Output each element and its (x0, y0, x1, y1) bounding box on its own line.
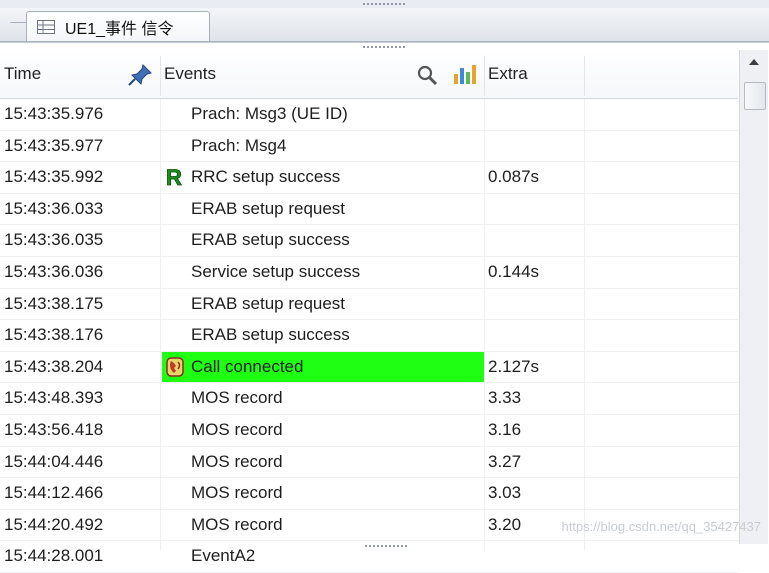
cell-event: MOS record (162, 415, 484, 445)
table-row[interactable]: 15:43:38.176 ERAB setup success (0, 320, 738, 352)
event-label: MOS record (191, 483, 283, 503)
cell-event: MOS record (162, 447, 484, 477)
table-row[interactable]: 15:43:36.035 ERAB setup success (0, 225, 738, 257)
cell-extra (488, 225, 588, 255)
event-label: Call connected (191, 356, 304, 376)
table-row[interactable]: 15:43:35.992 R RRC setup success 0.087s (0, 162, 738, 194)
cell-extra (488, 194, 588, 224)
column-divider[interactable] (584, 56, 585, 96)
cell-extra (488, 99, 588, 129)
bottom-grip-handle[interactable] (364, 544, 408, 548)
cell-event: ERAB setup request (162, 289, 484, 319)
event-label: Prach: Msg4 (191, 135, 287, 155)
tab-bar: UE1_事件 信令 (0, 8, 769, 43)
pin-icon[interactable] (126, 62, 154, 88)
table-row[interactable]: 15:43:36.033 ERAB setup request (0, 194, 738, 226)
top-grip-handle[interactable] (362, 2, 406, 6)
tab-ue1-events[interactable]: UE1_事件 信令 (26, 11, 210, 41)
cell-time: 15:43:36.035 (4, 230, 104, 250)
cell-event: Service setup success (162, 257, 484, 287)
arrow-up-icon (749, 59, 759, 65)
scroll-thumb[interactable] (744, 82, 766, 110)
cell-time: 15:44:28.001 (4, 546, 104, 566)
cell-event: MOS record (162, 383, 484, 413)
table-row[interactable]: 15:43:38.204 Call connected 2.127s (0, 351, 738, 384)
cell-event: ERAB setup success (162, 225, 484, 255)
table-row[interactable]: 15:44:12.466 MOS record 3.03 (0, 478, 738, 510)
tab-label: UE1_事件 信令 (65, 20, 174, 38)
grid-header: Time Events Extra (0, 50, 738, 99)
column-header-extra[interactable]: Extra (488, 50, 588, 98)
vertical-scrollbar[interactable] (739, 50, 768, 544)
table-row[interactable]: 15:43:35.976 Prach: Msg3 (UE ID) (0, 99, 738, 131)
grid-table-icon (37, 19, 55, 34)
event-label: MOS record (191, 419, 283, 439)
cell-time: 15:43:36.033 (4, 198, 104, 218)
cell-event: R RRC setup success (162, 162, 484, 192)
cell-event: MOS record (162, 478, 484, 508)
cell-extra (488, 541, 588, 571)
table-row[interactable]: 15:43:38.175 ERAB setup request (0, 289, 738, 321)
cell-time: 15:43:48.393 (4, 388, 104, 408)
event-label: ERAB setup request (191, 198, 346, 218)
cell-extra: 3.16 (488, 419, 522, 439)
rrc-r-icon: R (166, 166, 183, 188)
event-label: EventA2 (191, 546, 256, 566)
cell-time: 15:43:36.036 (4, 261, 104, 281)
grid-grip-handle[interactable] (362, 45, 406, 49)
cell-extra: 0.087s (488, 167, 540, 187)
table-row[interactable]: 15:43:35.977 Prach: Msg4 (0, 131, 738, 163)
table-row[interactable]: 15:43:36.036 Service setup success 0.144s (0, 257, 738, 289)
cell-event: Call connected (162, 351, 484, 382)
cell-time: 15:43:35.976 (4, 104, 104, 123)
cell-extra (488, 131, 588, 161)
cell-time: 15:44:12.466 (4, 483, 104, 503)
phone-icon (166, 357, 184, 377)
search-icon[interactable] (416, 64, 438, 86)
cell-event: EventA2 (162, 541, 484, 571)
cell-extra: 3.03 (488, 483, 522, 503)
event-label: ERAB setup success (191, 230, 350, 250)
event-label: MOS record (191, 451, 283, 471)
event-label: ERAB setup request (191, 293, 346, 313)
column-divider[interactable] (160, 56, 161, 96)
event-label: Prach: Msg3 (UE ID) (191, 104, 348, 123)
bar-chart-icon[interactable] (452, 62, 478, 86)
scroll-up-button[interactable] (740, 50, 768, 74)
cell-extra (488, 320, 588, 350)
cell-time: 15:43:38.175 (4, 293, 104, 313)
cell-time: 15:44:04.446 (4, 451, 104, 471)
cell-extra: 3.33 (488, 388, 522, 408)
cell-event: Prach: Msg3 (UE ID) (162, 99, 484, 129)
cell-time: 15:43:56.418 (4, 419, 104, 439)
column-divider[interactable] (484, 56, 485, 96)
event-label: Service setup success (191, 261, 361, 281)
watermark: https://blog.csdn.net/qq_35427437 (561, 519, 762, 534)
cell-extra: 3.27 (488, 451, 522, 471)
cell-event: ERAB setup request (162, 194, 484, 224)
cell-time: 15:43:35.977 (4, 135, 104, 155)
cell-event: Prach: Msg4 (162, 131, 484, 161)
table-row[interactable]: 15:43:48.393 MOS record 3.33 (0, 383, 738, 415)
event-label: MOS record (191, 388, 283, 408)
cell-time: 15:43:38.204 (4, 356, 104, 376)
event-label: ERAB setup success (191, 325, 350, 345)
event-label: RRC setup success (191, 167, 341, 187)
cell-extra (488, 289, 588, 319)
cell-time: 15:43:35.992 (4, 167, 104, 187)
table-row[interactable]: 15:43:56.418 MOS record 3.16 (0, 415, 738, 447)
cell-event: MOS record (162, 510, 484, 540)
table-row[interactable]: 15:44:04.446 MOS record 3.27 (0, 447, 738, 479)
cell-event: ERAB setup success (162, 320, 484, 350)
svg-text:R: R (166, 166, 182, 188)
cell-extra: 2.127s (488, 356, 540, 376)
cell-time: 15:44:20.492 (4, 514, 104, 534)
cell-time: 15:43:38.176 (4, 325, 104, 345)
event-grid: Time Events Extra 15:43:35.976 Prach: Msg… (0, 42, 769, 573)
event-label: MOS record (191, 514, 283, 534)
cell-extra: 0.144s (488, 261, 540, 281)
event-rows: 15:43:35.976 Prach: Msg3 (UE ID) 15:43:35.… (0, 99, 738, 573)
